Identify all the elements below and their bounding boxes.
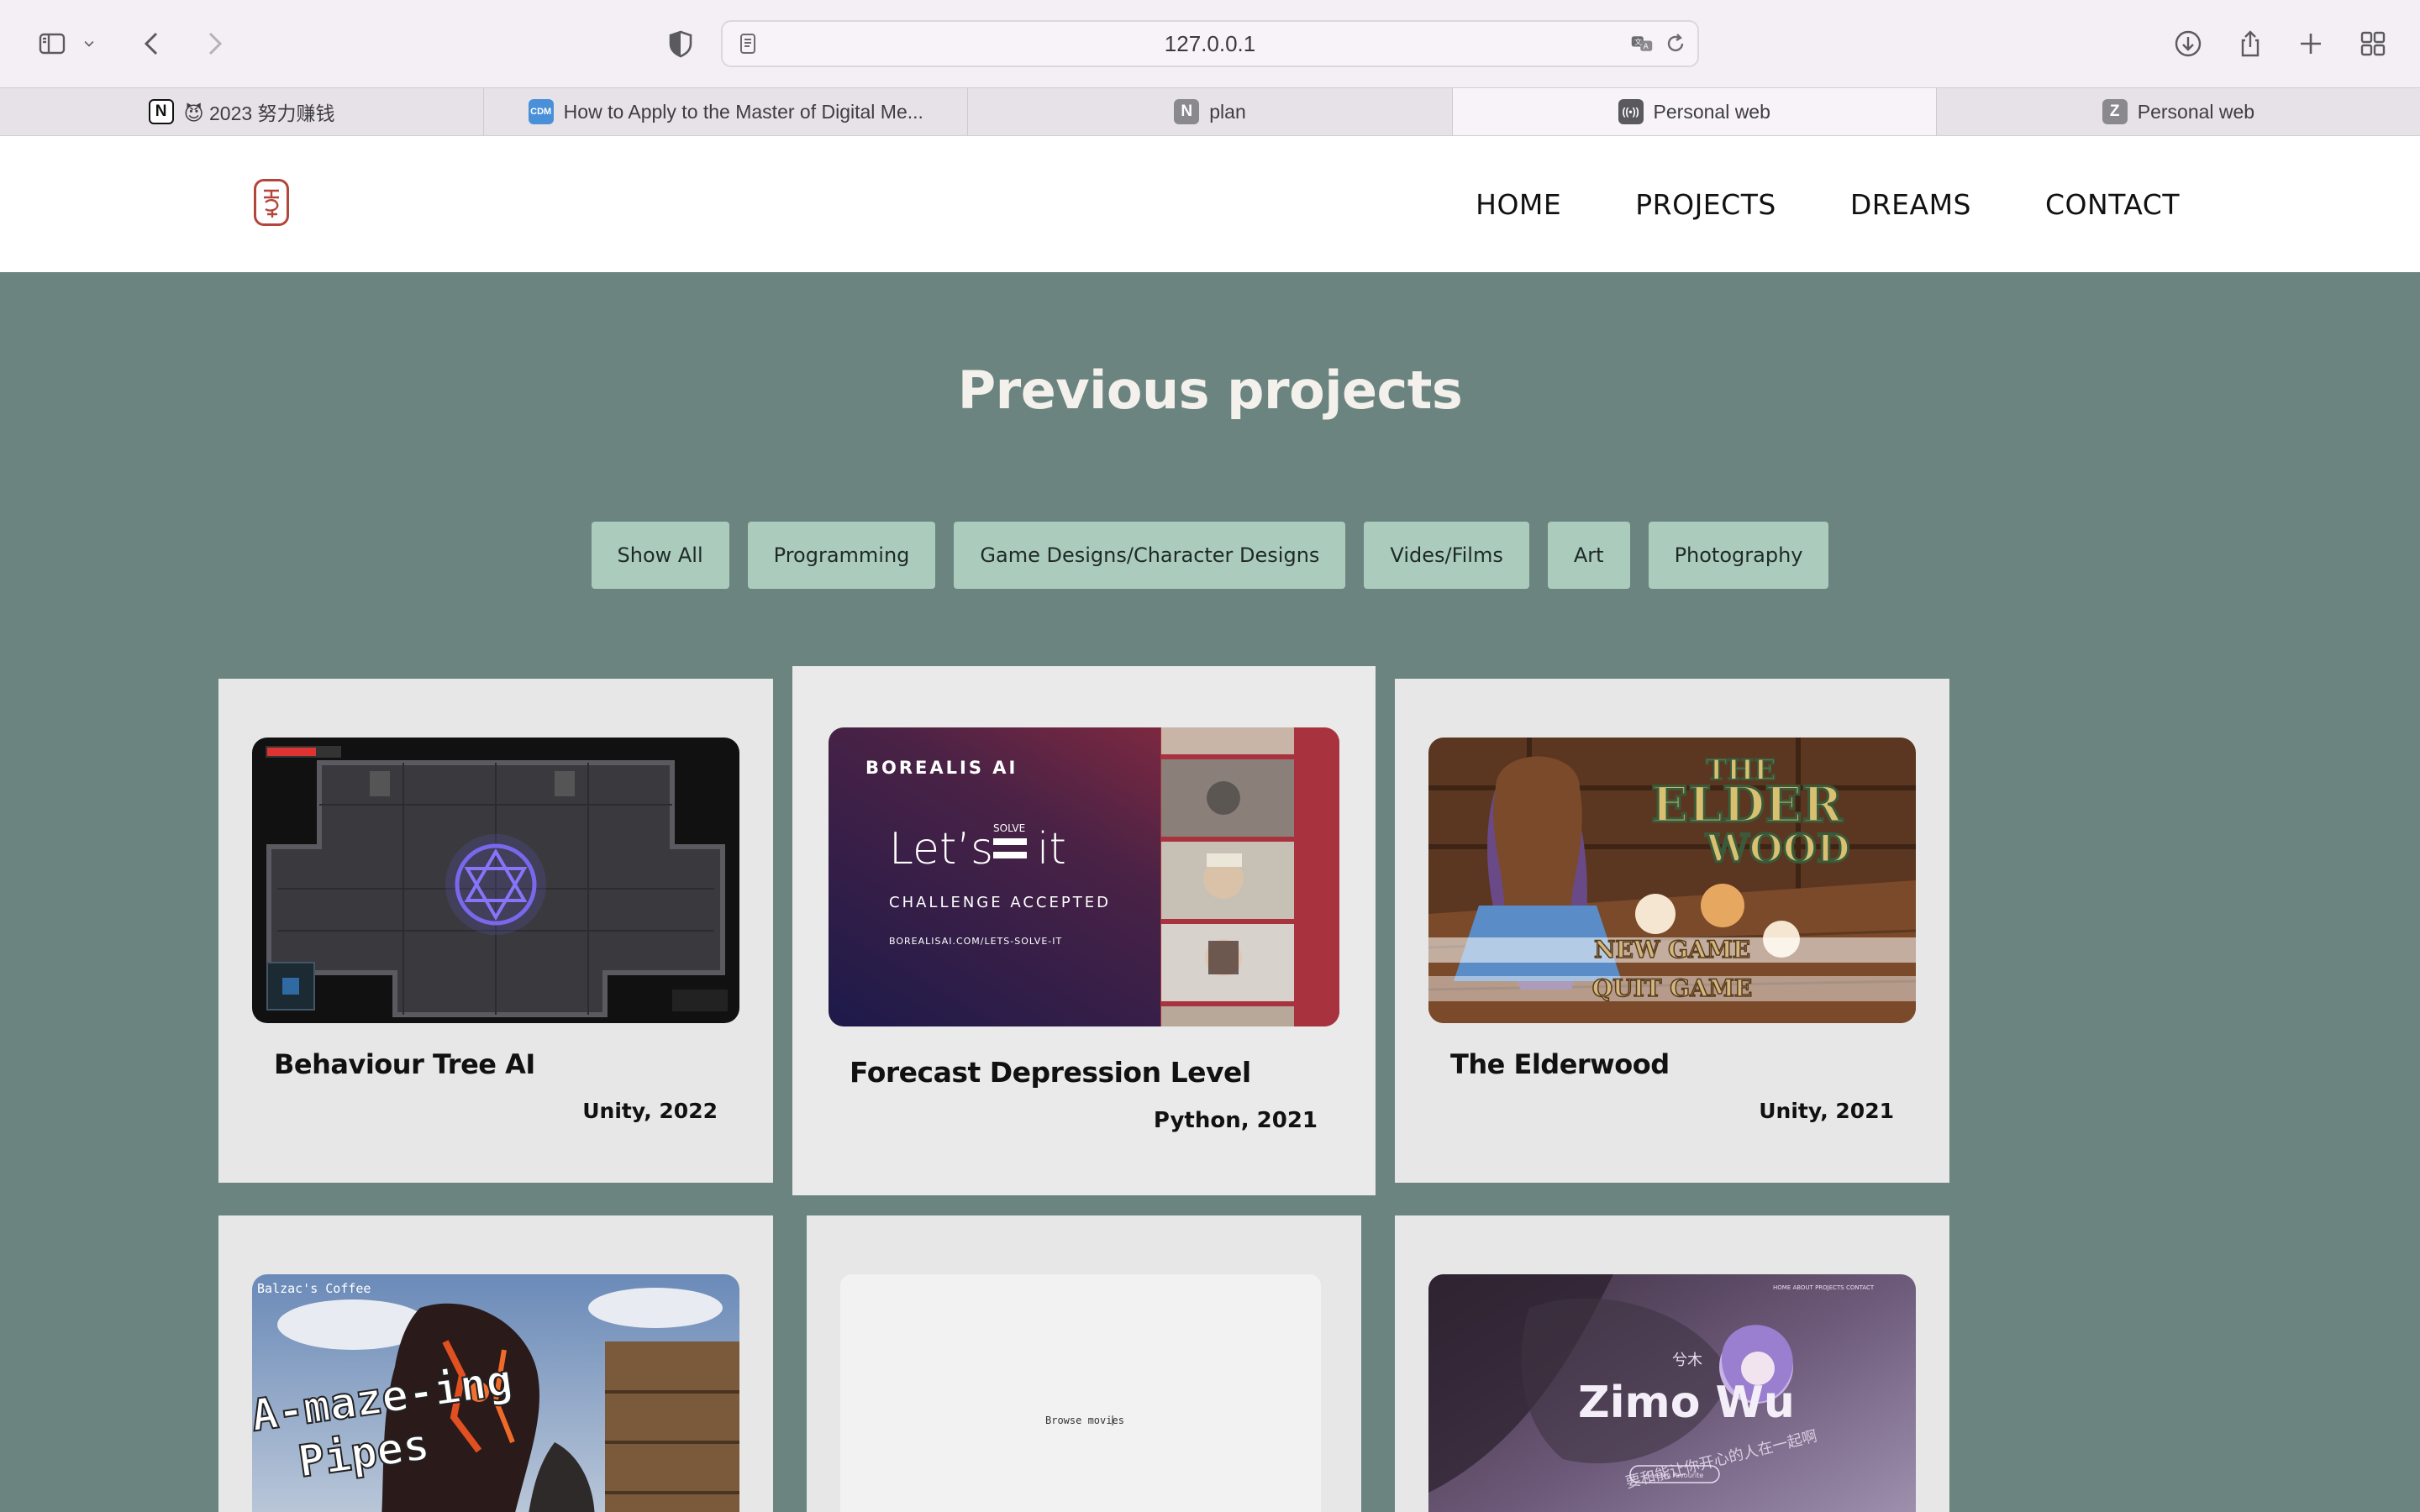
sidebar-toggle-icon[interactable] [29,20,76,67]
svg-text:文: 文 [1634,37,1642,47]
nav-projects[interactable]: PROJECTS [1635,188,1776,221]
tab-master-digital-media[interactable]: CDM How to Apply to the Master of Digita… [484,88,969,135]
filter-art[interactable]: Art [1547,522,1630,589]
tab-label: 😈 2023 努力赚钱 [183,102,335,124]
seal-logo-icon [264,189,279,218]
browser-toolbar: 127.0.0.1 文A [0,0,2420,87]
project-card-elderwood[interactable]: THE ELDER WOOD NEW GAME QUIT GAME The El… [1395,679,1949,1183]
project-card-behaviour-tree[interactable]: Behaviour Tree AI Unity, 2022 [218,679,773,1183]
project-card-movies[interactable]: Browse movies [807,1215,1361,1512]
cdm-icon: CDM [528,99,554,124]
chevron-down-icon[interactable] [74,20,104,67]
svg-text:QUIT GAME: QUIT GAME [1592,974,1752,1002]
tab-bar: N 😈 2023 努力赚钱 CDM How to Apply to the Ma… [0,87,2420,136]
project-thumbnail[interactable]: Browse movies [840,1274,1321,1512]
movie-search-image: Browse movies [840,1274,1321,1512]
tab-label: Personal web [2137,100,2255,123]
project-card-forecast-depression[interactable]: BOREALIS AI Let’s SOLVE it CHALLENGE ACC… [792,666,1376,1195]
svg-text:兮木: 兮木 [1672,1352,1702,1369]
filter-show-all[interactable]: Show All [591,522,729,589]
project-card-zimo-wu[interactable]: 兮木 Zimo Wu 要和能让你开心的人在一起啊 See My Favourit… [1395,1215,1949,1512]
tab-overview-icon[interactable] [2349,20,2396,67]
dungeon-game-image [252,738,739,1023]
nav-home[interactable]: HOME [1476,188,1561,221]
tab-label: Personal web [1653,100,1770,123]
elderwood-game-image: THE ELDER WOOD NEW GAME QUIT GAME [1428,738,1916,1023]
site-logo[interactable] [254,179,289,226]
live-server-icon: ((•)) [1618,99,1644,124]
svg-text:CHALLENGE ACCEPTED: CHALLENGE ACCEPTED [889,894,1111,911]
new-tab-icon[interactable] [2287,20,2334,67]
project-thumbnail[interactable]: Balzac's Coffee A-maze-ing Pipes [252,1274,739,1512]
svg-text:Zimo Wu: Zimo Wu [1578,1378,1795,1428]
tab-personal-web-active[interactable]: ((•)) Personal web [1452,88,1937,135]
back-icon[interactable] [129,20,176,67]
downloads-icon[interactable] [2165,20,2212,67]
translate-icon[interactable]: 文A [1625,30,1659,57]
tab-notion-2023[interactable]: N 😈 2023 努力赚钱 [0,88,485,135]
reload-icon[interactable] [1662,30,1689,57]
url-text: 127.0.0.1 [1164,31,1256,56]
section-title: Previous projects [957,360,1463,421]
project-thumbnail[interactable]: BOREALIS AI Let’s SOLVE it CHALLENGE ACC… [829,727,1339,1026]
filter-game-designs[interactable]: Game Designs/Character Designs [954,522,1346,589]
svg-text:BOREALISAI.COM/LETS-SOLVE-IT: BOREALISAI.COM/LETS-SOLVE-IT [889,936,1062,947]
main-nav: HOME PROJECTS DREAMS CONTACT [1476,136,2180,272]
svg-text:HOME ABOUT PROJECTS CONTACT: HOME ABOUT PROJECTS CONTACT [1773,1284,1875,1291]
share-icon[interactable] [2227,20,2274,67]
filter-programming[interactable]: Programming [747,522,936,589]
svg-text:Let’s: Let’s [889,824,993,874]
svg-text:WOOD: WOOD [1705,826,1850,871]
project-thumbnail[interactable]: THE ELDER WOOD NEW GAME QUIT GAME [1428,738,1916,1023]
project-title: The Elderwood [1450,1048,1670,1080]
filter-videos-films[interactable]: Vides/Films [1364,522,1529,589]
project-title: Behaviour Tree AI [274,1048,535,1080]
project-title: Forecast Depression Level [850,1056,1251,1089]
project-thumbnail[interactable] [252,738,739,1023]
nav-dreams[interactable]: DREAMS [1850,188,1971,221]
svg-text:NEW GAME: NEW GAME [1594,936,1750,963]
address-bar[interactable]: 127.0.0.1 文A [721,20,1699,67]
project-card-pipes[interactable]: Balzac's Coffee A-maze-ing Pipes [218,1215,773,1512]
tab-label: How to Apply to the Master of Digital Me… [563,100,923,123]
filter-photography[interactable]: Photography [1648,522,1829,589]
svg-text:See My Favourite: See My Favourite [1646,1472,1704,1479]
project-meta: Unity, 2021 [1759,1099,1894,1123]
notion-icon: N [148,99,174,124]
tab-plan[interactable]: N plan [968,88,1453,135]
z-site-icon: Z [2102,99,2128,124]
notion-icon: N [1174,99,1200,124]
borealis-ai-image: BOREALIS AI Let’s SOLVE it CHALLENGE ACC… [829,727,1339,1026]
svg-text:Balzac's Coffee: Balzac's Coffee [257,1281,371,1296]
project-thumbnail[interactable]: 兮木 Zimo Wu 要和能让你开心的人在一起啊 See My Favourit… [1428,1274,1916,1512]
project-filters: Show All Programming Game Designs/Charac… [0,522,2420,589]
nav-contact[interactable]: CONTACT [2045,188,2180,221]
forward-icon[interactable] [190,20,237,67]
pipes-game-image: Balzac's Coffee A-maze-ing Pipes [252,1274,739,1512]
tab-personal-web[interactable]: Z Personal web [1937,88,2420,135]
svg-text:A: A [1644,43,1649,51]
privacy-shield-icon[interactable] [657,20,704,67]
site-header: HOME PROJECTS DREAMS CONTACT [0,136,2420,272]
tab-label: plan [1209,100,1246,123]
svg-text:ELDER: ELDER [1651,776,1843,833]
svg-text:BOREALIS AI: BOREALIS AI [865,758,1018,778]
svg-text:SOLVE: SOLVE [993,822,1025,834]
project-meta: Python, 2021 [1153,1108,1318,1133]
project-meta: Unity, 2022 [582,1099,718,1123]
svg-text:it: it [1037,824,1066,874]
zimo-wu-site-image: 兮木 Zimo Wu 要和能让你开心的人在一起啊 See My Favourit… [1428,1274,1916,1512]
